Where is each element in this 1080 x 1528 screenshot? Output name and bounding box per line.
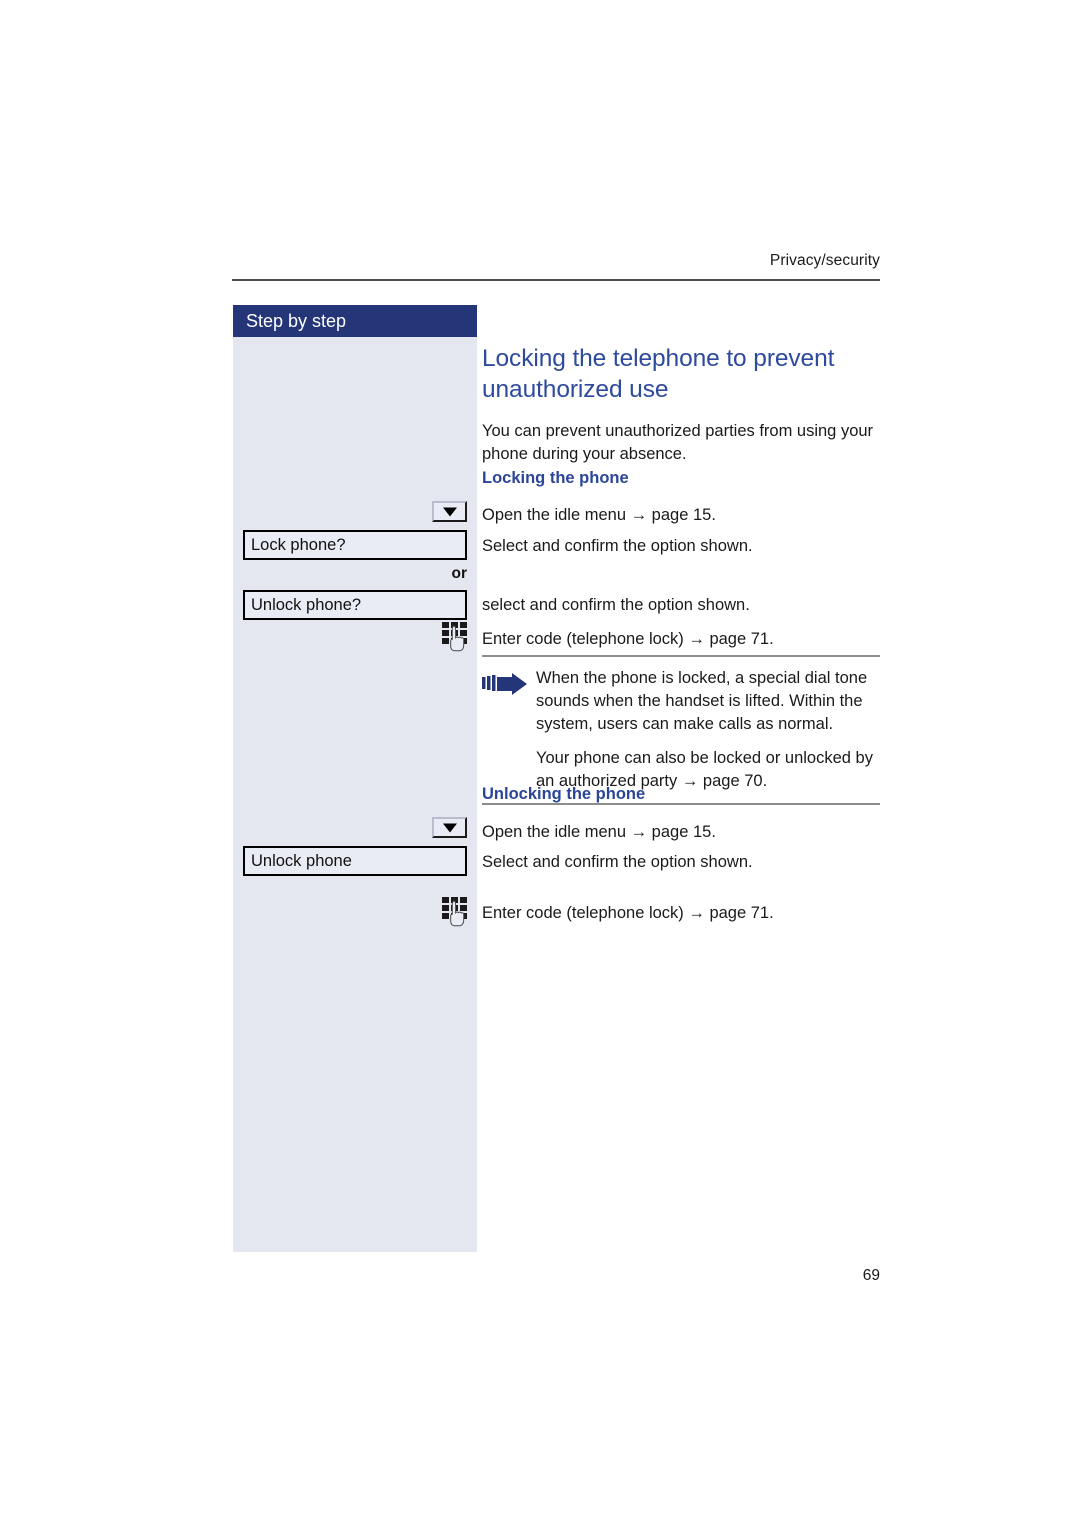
step-select-confirm-alt: select and confirm the option shown. [482, 596, 750, 614]
keypad-icon[interactable] [441, 621, 471, 653]
display-option-unlock-phone[interactable]: Unlock phone [243, 846, 467, 876]
section-heading-locking: Locking the phone [482, 469, 629, 487]
step-enter-code: Enter code (telephone lock) → page 71. [482, 904, 774, 922]
or-label: or [451, 565, 468, 582]
down-key-icon[interactable] [432, 501, 467, 522]
page-title: Locking the telephone to prevent unautho… [482, 345, 835, 403]
note-arrow-icon [482, 673, 528, 695]
note-row: When the phone is locked, a special dial… [482, 667, 880, 793]
down-key-icon[interactable] [432, 817, 467, 838]
running-header-text: Privacy/security [769, 252, 880, 269]
step-enter-code: Enter code (telephone lock) → page 71. [482, 630, 774, 648]
main-content: Locking the telephone to prevent unautho… [482, 305, 882, 405]
chevron-down-icon [442, 507, 457, 516]
note-callout: When the phone is locked, a special dial… [482, 655, 880, 805]
page-number: 69 [862, 1267, 880, 1284]
note-paragraph-1: When the phone is locked, a special dial… [536, 669, 868, 733]
step-by-step-sidebar [233, 305, 477, 1252]
display-option-unlock-phone-question[interactable]: Unlock phone? [243, 590, 467, 620]
step-open-idle-menu: Open the idle menu → page 15. [482, 506, 716, 524]
intro-paragraph: You can prevent unauthorized parties fro… [482, 422, 874, 463]
step-select-confirm: Select and confirm the option shown. [482, 853, 753, 871]
sidebar-title: Step by step [233, 305, 477, 337]
step-open-idle-menu: Open the idle menu → page 15. [482, 823, 716, 841]
running-header: Privacy/security [232, 252, 880, 284]
display-option-lock-phone[interactable]: Lock phone? [243, 530, 467, 560]
chevron-down-icon [442, 823, 457, 832]
header-rule [232, 279, 880, 281]
keypad-icon[interactable] [441, 896, 471, 928]
section-heading-unlocking: Unlocking the phone [482, 785, 646, 803]
step-select-confirm: Select and confirm the option shown. [482, 537, 753, 555]
